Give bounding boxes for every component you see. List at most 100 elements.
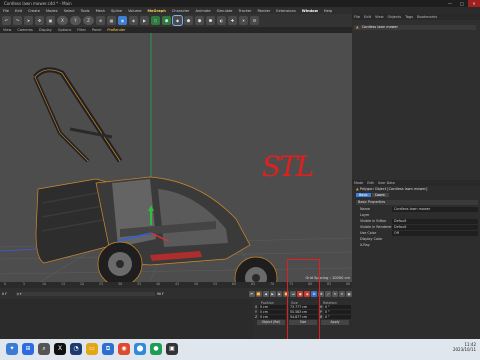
menu-item-tools[interactable]: Tools [78, 9, 93, 13]
toolbar-button-1[interactable]: ↷ [13, 16, 22, 25]
toolbar-button-22[interactable]: ⚙ [250, 16, 259, 25]
menu-item-volume[interactable]: Volume [125, 9, 144, 13]
object-menu-objects[interactable]: Objects [386, 15, 404, 19]
next-frame-button[interactable]: ▶ [276, 290, 283, 297]
coord-mode-select[interactable]: Object (Rel) [257, 320, 285, 326]
taskbar-app-icon[interactable]: ▭ [86, 343, 98, 355]
menu-item-animate[interactable]: Animate [193, 9, 214, 13]
taskbar-app-icon[interactable]: X [54, 343, 66, 355]
taskbar-app-icon[interactable]: ⊞ [22, 343, 34, 355]
current-frame-field[interactable]: 0 F [2, 292, 12, 296]
toolbar-button-3[interactable]: ✥ [35, 16, 44, 25]
param-key-button[interactable]: P [339, 290, 346, 297]
rotation-key-button[interactable]: ↻ [332, 290, 339, 297]
toolbar-button-19[interactable]: ◐ [217, 16, 226, 25]
viewport-menu-panel[interactable]: Panel [89, 28, 104, 32]
viewport-menu-options[interactable]: Options [55, 28, 75, 32]
close-button[interactable]: ✕ [468, 0, 480, 7]
prev-key-button[interactable]: ⏪ [255, 290, 262, 297]
menu-item-tracker[interactable]: Tracker [236, 9, 255, 13]
material-manager[interactable] [0, 300, 253, 339]
menu-item-modes[interactable]: Modes [43, 9, 61, 13]
play-button[interactable]: ▶ [269, 290, 276, 297]
menu-item-select[interactable]: Select [61, 9, 78, 13]
viewport-menu-display[interactable]: Display [36, 28, 55, 32]
taskbar-app-icon[interactable]: ⌕ [38, 343, 50, 355]
viewport-menu-filter[interactable]: Filter [74, 28, 89, 32]
menu-item-spline[interactable]: Spline [108, 9, 125, 13]
object-menu-view[interactable]: View [373, 15, 386, 19]
taskbar-app-icon[interactable]: ⬤ [134, 343, 146, 355]
attribute-value-field[interactable]: Default [392, 219, 478, 224]
toolbar-button-6[interactable]: Y [70, 16, 81, 25]
toolbar-button-0[interactable]: ↶ [2, 16, 11, 25]
toolbar-button-9[interactable]: ▦ [107, 16, 116, 25]
taskbar-app-icon[interactable]: ◉ [118, 343, 130, 355]
position-field[interactable]: 0 cm [259, 310, 286, 315]
rotation-field[interactable]: 0 ° [324, 314, 351, 319]
toolbar-button-7[interactable]: Z [83, 16, 94, 25]
toolbar-button-18[interactable]: ⬣ [206, 16, 215, 25]
attribute-value-field[interactable]: Off [392, 231, 478, 236]
maximize-button[interactable]: □ [456, 0, 468, 7]
prev-frame-button[interactable]: ◀ [262, 290, 269, 297]
object-menu-edit[interactable]: Edit [362, 15, 373, 19]
viewport-menu-prorender[interactable]: ProRender [104, 28, 128, 32]
toolbar-button-12[interactable]: ▶ [140, 16, 149, 25]
toolbar-button-5[interactable]: X [57, 16, 68, 25]
attribute-tab-coord[interactable]: Coord. [371, 193, 389, 197]
frame-end-field[interactable]: 90 F [157, 292, 169, 296]
menu-item-mograph[interactable]: MoGraph [144, 9, 168, 13]
menu-item-character[interactable]: Character [169, 9, 193, 13]
taskbar-app-icon[interactable]: ✦ [6, 343, 18, 355]
object-list-item[interactable]: ▲ Cordless lawn mower [354, 25, 476, 30]
menu-item-create[interactable]: Create [25, 9, 43, 13]
taskbar-app-icon[interactable]: ▣ [166, 343, 178, 355]
frame-range-slider[interactable]: 0 F [15, 291, 155, 296]
minimize-button[interactable]: — [444, 0, 456, 7]
toolbar-button-16[interactable]: ⬟ [184, 16, 193, 25]
toolbar-button-10[interactable]: ◉ [118, 16, 127, 25]
rotation-field[interactable]: 0 ° [324, 305, 351, 310]
toolbar-button-13[interactable]: ⬡ [151, 16, 160, 25]
menu-item-render[interactable]: Render [254, 9, 273, 13]
menu-item-mesh[interactable]: Mesh [93, 9, 108, 13]
toolbar-button-15[interactable]: ◆ [172, 15, 183, 26]
menu-item-simulate[interactable]: Simulate [214, 9, 236, 13]
scale-key-button[interactable]: ⤢ [325, 290, 332, 297]
attribute-value-field[interactable]: Cordless lawn mower [392, 207, 478, 212]
toolbar-button-11[interactable]: ◈ [129, 16, 138, 25]
toolbar-button-4[interactable]: ▣ [46, 16, 55, 25]
menu-item-edit[interactable]: Edit [12, 9, 25, 13]
toolbar-button-21[interactable]: ☀ [239, 16, 248, 25]
frame-start-field[interactable]: 0 F [17, 292, 22, 296]
attribute-tab-basic[interactable]: Basic [356, 193, 371, 197]
object-menu-file[interactable]: File [352, 15, 362, 19]
taskbar-app-icon[interactable]: ● [150, 343, 162, 355]
apply-button[interactable]: Apply [321, 320, 349, 326]
toolbar-button-17[interactable]: ⬢ [195, 16, 204, 25]
object-menu-bookmarks[interactable]: Bookmarks [415, 15, 439, 19]
taskbar-app-icon[interactable]: ◔ [70, 343, 82, 355]
attribute-menu-user-data[interactable]: User Data [376, 181, 397, 185]
rotation-field[interactable]: 0 ° [324, 310, 351, 315]
taskbar-app-icon[interactable]: ⧉ [102, 343, 114, 355]
taskbar-clock[interactable]: 11:42 2023/10/11 [453, 342, 476, 352]
position-field[interactable]: 0 cm [259, 314, 286, 319]
menu-item-extensions[interactable]: Extensions [273, 9, 299, 13]
toolbar-button-2[interactable]: ➤ [24, 16, 33, 25]
viewport-menu-view[interactable]: View [0, 28, 14, 32]
toolbar-button-14[interactable]: ⬢ [162, 16, 171, 25]
viewport-menu-cameras[interactable]: Cameras [14, 28, 36, 32]
position-field[interactable]: 0 cm [259, 305, 286, 310]
attribute-menu-mode[interactable]: Mode [352, 181, 365, 185]
menu-item-help[interactable]: Help [321, 9, 335, 13]
toolbar-button-8[interactable]: ⊕ [96, 16, 105, 25]
goto-start-button[interactable]: ⏮ [248, 290, 255, 297]
menu-item-window[interactable]: Window [299, 9, 321, 13]
toolbar-button-20[interactable]: ✚ [228, 16, 237, 25]
object-menu-tags[interactable]: Tags [403, 15, 415, 19]
menu-item-file[interactable]: File [0, 9, 12, 13]
attribute-value-field[interactable]: Default [392, 225, 478, 230]
attribute-menu-edit[interactable]: Edit [365, 181, 376, 185]
